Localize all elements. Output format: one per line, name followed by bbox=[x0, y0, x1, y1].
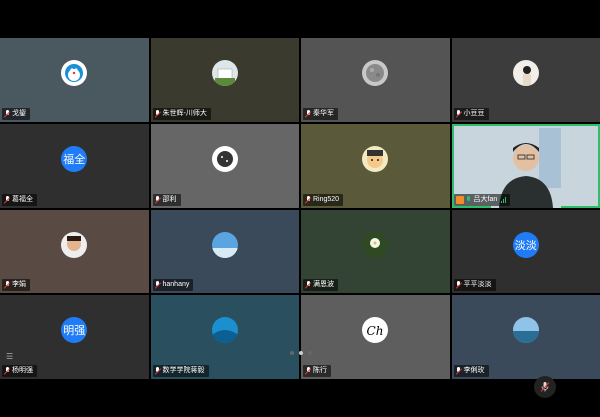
participant-nameplate: 葛福全 bbox=[2, 193, 37, 206]
participant-tile[interactable]: hanhany bbox=[150, 209, 299, 294]
participant-tile[interactable]: Ch 陈行 bbox=[301, 295, 450, 379]
participant-name: 陈行 bbox=[313, 367, 327, 374]
microphone-muted-icon bbox=[155, 195, 161, 204]
participant-nameplate: 邵利 bbox=[152, 193, 181, 206]
avatar bbox=[362, 60, 389, 87]
avatar bbox=[61, 60, 88, 87]
microphone-muted-icon bbox=[4, 281, 10, 289]
participant-nameplate: 陈行 bbox=[303, 365, 331, 377]
page-indicator[interactable] bbox=[290, 351, 312, 355]
participant-nameplate: 小豆豆 bbox=[453, 107, 489, 120]
participant-nameplate: 满恩波 bbox=[303, 279, 338, 292]
mute-button[interactable] bbox=[534, 376, 556, 398]
microphone-muted-icon bbox=[4, 109, 10, 118]
participant-nameplate: 朱世辉-川师大 bbox=[152, 107, 211, 120]
microphone-muted-icon bbox=[155, 367, 161, 375]
avatar: 明强 bbox=[61, 317, 88, 344]
participant-nameplate: 李俐玫 bbox=[453, 365, 489, 377]
microphone-muted-icon bbox=[4, 367, 10, 375]
participant-nameplate: hanhany bbox=[152, 279, 194, 292]
participant-name: 杨明强 bbox=[12, 367, 33, 374]
participant-name: hanhany bbox=[162, 281, 190, 289]
participant-name: 葛福全 bbox=[12, 195, 33, 203]
participant-tile[interactable]: 李俐玫 bbox=[451, 295, 600, 379]
participant-name: 吕大fan bbox=[473, 195, 498, 203]
participant-nameplate: 平平淡淡 bbox=[453, 279, 496, 292]
participant-tile[interactable]: 吕大fan bbox=[451, 123, 600, 208]
microphone-muted-icon bbox=[305, 367, 311, 375]
avatar: Ch bbox=[362, 317, 389, 344]
participant-tile[interactable]: 小豆豆 bbox=[451, 38, 600, 122]
participant-name: Ring520 bbox=[313, 195, 340, 203]
participant-name: 李娟 bbox=[12, 281, 26, 289]
participant-tile[interactable]: 福全葛福全 bbox=[0, 123, 149, 208]
microphone-muted-icon bbox=[456, 281, 462, 289]
participant-tile[interactable]: 戈鋆 bbox=[0, 38, 149, 122]
page-dot-current[interactable] bbox=[299, 351, 303, 355]
svg-text:Ch: Ch bbox=[367, 324, 384, 338]
participant-nameplate: 秦华军 bbox=[303, 107, 338, 120]
microphone-muted-icon bbox=[155, 281, 161, 289]
participant-name: 邵利 bbox=[162, 195, 177, 203]
avatar bbox=[211, 231, 238, 258]
avatar bbox=[512, 317, 539, 344]
participant-nameplate: Ring520 bbox=[303, 193, 344, 206]
participant-name: 小豆豆 bbox=[463, 109, 485, 117]
page-dot[interactable] bbox=[308, 351, 312, 355]
participant-tile[interactable]: 朱世辉-川师大 bbox=[150, 38, 299, 122]
page-dot[interactable] bbox=[290, 351, 294, 355]
participant-name: 平平淡淡 bbox=[463, 281, 492, 289]
participant-name: 满恩波 bbox=[313, 281, 334, 289]
microphone-muted-icon bbox=[155, 109, 161, 118]
microphone-muted-icon bbox=[305, 281, 311, 289]
participant-name: 秦华军 bbox=[313, 109, 334, 117]
menu-icon[interactable]: ☰ bbox=[6, 352, 13, 361]
signal-strength-icon bbox=[501, 196, 507, 203]
participant-tile[interactable]: 淡淡平平淡淡 bbox=[451, 209, 600, 294]
participant-name: 戈鋆 bbox=[12, 109, 26, 117]
participant-nameplate: 数学学院蒋毅 bbox=[152, 365, 209, 377]
avatar: 淡淡 bbox=[512, 231, 539, 258]
avatar bbox=[362, 145, 389, 172]
host-icon bbox=[455, 195, 464, 204]
video-grid: 戈鋆 朱世辉-川师大 秦华军 小豆豆 福全 葛福全 邵利 Ring520 吕大fan 李娟 hanh… bbox=[0, 38, 600, 379]
participant-tile[interactable]: 明强杨明强 bbox=[0, 295, 149, 379]
microphone-muted-icon bbox=[456, 367, 462, 375]
avatar bbox=[211, 60, 238, 87]
participant-tile[interactable]: 数学学院蒋毅 bbox=[150, 295, 299, 379]
microphone-muted-icon bbox=[540, 382, 550, 392]
microphone-muted-icon bbox=[305, 109, 311, 118]
participant-tile[interactable]: 满恩波 bbox=[301, 209, 450, 294]
avatar: 福全 bbox=[61, 145, 88, 172]
microphone-muted-icon bbox=[4, 195, 10, 204]
avatar bbox=[512, 60, 539, 87]
participant-tile[interactable]: 邵利 bbox=[150, 123, 299, 208]
avatar bbox=[211, 145, 238, 172]
microphone-icon bbox=[466, 195, 472, 204]
participant-tile[interactable]: 李娟 bbox=[0, 209, 149, 294]
microphone-muted-icon bbox=[305, 195, 311, 204]
participant-nameplate: 戈鋆 bbox=[2, 107, 30, 120]
avatar bbox=[61, 231, 88, 258]
microphone-muted-icon bbox=[456, 109, 462, 118]
avatar bbox=[362, 231, 389, 258]
participant-nameplate: 李娟 bbox=[2, 279, 30, 292]
participant-tile[interactable]: Ring520 bbox=[301, 123, 450, 208]
participant-name: 朱世辉-川师大 bbox=[162, 109, 207, 117]
participant-tile[interactable]: 秦华军 bbox=[301, 38, 450, 122]
participant-nameplate: 吕大fan bbox=[453, 193, 511, 206]
participant-nameplate: 杨明强 bbox=[2, 365, 37, 377]
avatar bbox=[211, 317, 238, 344]
participant-name: 李俐玫 bbox=[463, 367, 485, 374]
participant-name: 数学学院蒋毅 bbox=[162, 367, 205, 374]
